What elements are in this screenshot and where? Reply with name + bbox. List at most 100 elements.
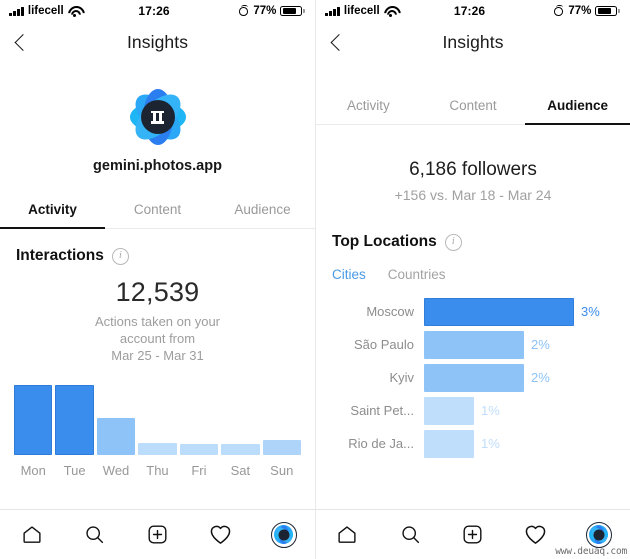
status-bar-left-group: lifecell (9, 5, 81, 17)
gemini-glyph-icon (150, 110, 165, 125)
bar-column (262, 380, 301, 455)
bar-label: Sat (230, 463, 251, 478)
bar-column (138, 380, 177, 455)
interactions-subtitle-line1: Actions taken on your (94, 314, 221, 329)
insights-tabs-right: Activity Content Audience (316, 86, 630, 125)
search-icon (86, 526, 104, 544)
wifi-icon (68, 6, 81, 17)
nav-bar-left: Insights (0, 22, 315, 62)
right-phone-screen: lifecell 17:26 77% Insights Activity Con… (315, 0, 630, 559)
profile-header: gemini.photos.app (0, 62, 315, 174)
tabbar-home-button[interactable] (327, 520, 367, 550)
tabbar-activity-button[interactable] (516, 520, 556, 550)
nav-bar-right: Insights (316, 22, 630, 62)
location-value: 2% (531, 337, 550, 352)
status-bar-right-group: 77% (239, 5, 305, 17)
interactions-subtitle-line2: account from (119, 331, 196, 346)
bar-label: Fri (191, 463, 207, 478)
interactions-bar-chart: Mon Tue Wed Thu Fri Sat Sun (0, 380, 315, 478)
location-bar-wrap: 1% (424, 395, 618, 426)
alarm-clock-icon (239, 6, 249, 16)
tabbar-home-button[interactable] (12, 520, 52, 550)
location-row: Kyiv 2% (324, 362, 618, 393)
activity-heart-icon (525, 525, 546, 544)
interactions-value: 12,539 (115, 277, 200, 307)
profile-avatar-gemini-flower[interactable] (127, 86, 188, 148)
bar-column (221, 380, 260, 455)
interactions-metric: 12,539 Actions taken on your account fro… (0, 277, 315, 364)
add-post-icon (148, 525, 167, 544)
location-row: São Paulo 2% (324, 329, 618, 360)
watermark: www.deuaq.com (555, 546, 627, 557)
left-phone-screen: lifecell 17:26 77% Insights gemini.photo… (0, 0, 315, 559)
search-icon (402, 526, 419, 544)
location-label: Rio de Ja... (348, 436, 414, 451)
tab-content[interactable]: Content (105, 190, 210, 228)
profile-avatar-icon (585, 521, 612, 548)
location-label: Saint Pet... (350, 403, 414, 418)
activity-heart-icon (210, 525, 231, 544)
bar (138, 443, 177, 455)
tabbar-profile-button[interactable] (579, 520, 619, 550)
page-title: Insights (442, 31, 504, 52)
subtab-cities[interactable]: Cities (332, 267, 366, 282)
status-bar-clock: 17:26 (453, 4, 486, 18)
section-title: Top Locations (332, 233, 437, 250)
page-title: Insights (126, 31, 189, 52)
status-bar-clock: 17:26 (138, 4, 170, 18)
location-value: 3% (581, 304, 600, 319)
bar (96, 418, 136, 455)
location-value: 1% (481, 403, 500, 418)
status-bar-right-group: 77% (554, 5, 620, 17)
tab-content[interactable]: Content (421, 86, 526, 124)
cellular-signal-icon (325, 6, 340, 16)
back-chevron-icon[interactable] (14, 36, 27, 49)
back-chevron-icon[interactable] (330, 36, 343, 49)
interactions-subtitle-line3: Mar 25 - Mar 31 (111, 348, 204, 363)
info-icon[interactable]: i (111, 247, 129, 265)
status-bar-right: lifecell 17:26 77% (316, 0, 630, 22)
home-icon (22, 526, 41, 543)
location-label: São Paulo (354, 337, 414, 352)
tab-activity[interactable]: Activity (316, 86, 421, 124)
bar-column (14, 380, 53, 455)
bar-column (96, 380, 136, 455)
insights-tabs-left: Activity Content Audience (0, 190, 315, 229)
wifi-icon (384, 6, 397, 17)
carrier-label: lifecell (27, 5, 64, 17)
locations-subtabs: Cities Countries (316, 251, 630, 282)
bar-chart-axis-labels: Mon Tue Wed Thu Fri Sat Sun (14, 463, 301, 478)
tab-audience[interactable]: Audience (210, 190, 315, 228)
dual-screenshot-container: lifecell 17:26 77% Insights gemini.photo… (0, 0, 630, 559)
tab-activity[interactable]: Activity (0, 190, 105, 229)
location-bar (424, 429, 474, 458)
tabbar-profile-button[interactable] (264, 520, 304, 550)
bottom-tab-bar-left (0, 509, 315, 559)
location-row: Rio de Ja... 1% (324, 428, 618, 459)
location-label: Kyiv (389, 370, 414, 385)
location-label: Moscow (366, 304, 414, 319)
subtab-countries[interactable]: Countries (388, 267, 446, 282)
alarm-clock-icon (554, 6, 564, 16)
tabbar-add-post-button[interactable] (453, 520, 493, 550)
tab-audience[interactable]: Audience (525, 86, 630, 125)
location-value: 2% (531, 370, 550, 385)
interactions-section-header: Interactions i (0, 229, 315, 265)
tabbar-search-button[interactable] (390, 520, 430, 550)
info-icon[interactable]: i (444, 233, 462, 251)
battery-icon (280, 5, 305, 17)
tabbar-add-post-button[interactable] (138, 520, 178, 550)
carrier-label: lifecell (343, 5, 380, 17)
profile-username: gemini.photos.app (93, 158, 222, 174)
bar-label: Wed (102, 463, 130, 478)
tabbar-search-button[interactable] (75, 520, 115, 550)
bar-column (179, 380, 219, 455)
location-row: Moscow 3% (324, 296, 618, 327)
profile-avatar-icon (270, 521, 297, 548)
location-value: 1% (481, 436, 500, 451)
bar (179, 444, 219, 455)
tabbar-activity-button[interactable] (201, 520, 241, 550)
status-bar-left-group: lifecell (325, 5, 397, 17)
location-bar (424, 330, 524, 359)
location-bar-wrap: 1% (424, 428, 618, 459)
